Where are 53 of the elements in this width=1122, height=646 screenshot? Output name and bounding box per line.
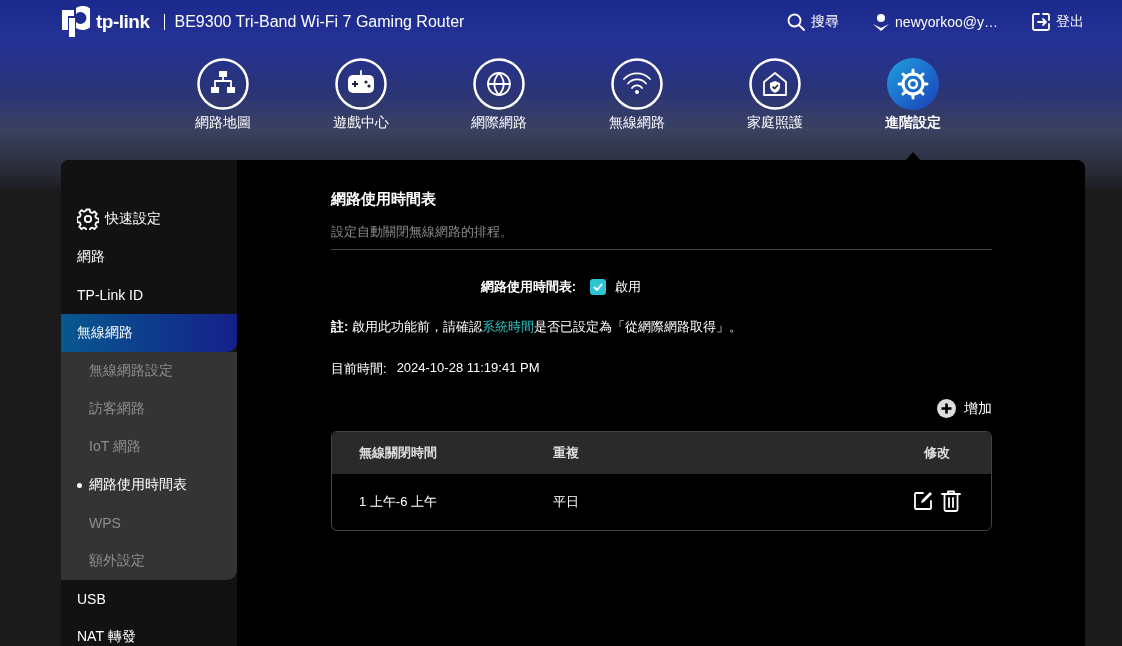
sidebar-item[interactable]: USB xyxy=(61,580,237,618)
nav-tab[interactable]: 網際網路 xyxy=(430,44,568,160)
wifi-icon xyxy=(611,58,663,110)
system-time-link[interactable]: 系統時間 xyxy=(481,319,534,334)
delete-button[interactable] xyxy=(941,489,961,515)
check-icon xyxy=(593,283,603,291)
add-button[interactable]: 增加 xyxy=(937,399,992,418)
nav-tab[interactable]: 家庭照護 xyxy=(706,44,844,160)
field-label: 網路使用時間表: xyxy=(479,278,576,296)
nav-tab[interactable]: 無線網路 xyxy=(568,44,706,160)
gear-icon xyxy=(887,58,939,110)
globe-icon xyxy=(473,58,525,110)
sidebar-item[interactable]: 快速設定 xyxy=(61,200,237,238)
game-icon xyxy=(335,58,387,110)
search-button[interactable]: 搜尋 xyxy=(787,13,840,31)
submenu-item[interactable]: 無線網路設定 xyxy=(61,352,237,390)
settings-icon xyxy=(77,208,99,230)
search-icon xyxy=(787,13,806,31)
logout-button[interactable]: 登出 xyxy=(1032,13,1084,31)
sidebar-item[interactable]: 無線網路 xyxy=(61,314,237,352)
sidebar-item[interactable]: TP-Link ID xyxy=(61,276,237,314)
time-label: 目前時間: xyxy=(331,360,387,378)
submenu-item[interactable]: 訪客網路 xyxy=(61,390,237,428)
enable-checkbox[interactable] xyxy=(590,279,606,295)
sidebar-item[interactable]: NAT 轉發 xyxy=(61,618,237,646)
page-description: 設定自動關閉無線網路的排程。 xyxy=(331,223,992,250)
column-header: 重複 xyxy=(525,432,783,474)
edit-icon xyxy=(913,490,933,511)
column-header: 無線關閉時間 xyxy=(332,432,526,474)
account-button[interactable]: newyorkoo@y… xyxy=(873,13,998,31)
nav-tab[interactable]: 遊戲中心 xyxy=(292,44,430,160)
logo-icon xyxy=(60,6,90,38)
submenu-item[interactable]: WPS xyxy=(61,504,237,542)
table-cell-text: 平日 xyxy=(551,493,580,511)
logout-icon xyxy=(1032,13,1050,31)
map-icon xyxy=(197,58,249,110)
trash-icon xyxy=(941,489,961,512)
time-value: 2024-10-28 11:19:41 PM xyxy=(396,360,540,377)
checkbox-label: 啟用 xyxy=(615,278,641,296)
submenu-item[interactable]: 額外設定 xyxy=(61,542,237,580)
page-title: 網路使用時間表 xyxy=(331,190,437,209)
note-text: 註: 啟用此功能前，請確認系統時間是否已設定為「從網際網路取得」。 xyxy=(331,318,743,336)
submenu-item[interactable]: IoT 網路 xyxy=(61,428,237,466)
router-model: BE9300 Tri-Band Wi-Fi 7 Gaming Router xyxy=(163,14,465,30)
submenu-item[interactable]: 網路使用時間表 xyxy=(61,466,237,504)
sidebar-item[interactable]: 網路 xyxy=(61,238,237,276)
home-icon xyxy=(749,58,801,110)
user-icon xyxy=(873,13,890,31)
column-header: 修改 xyxy=(782,432,991,474)
brand-name: tp-link xyxy=(96,11,150,33)
nav-tab[interactable]: 網路地圖 xyxy=(154,44,292,160)
table-cell-text: 1 上午-6 上午 xyxy=(358,493,438,511)
plus-icon xyxy=(937,399,956,418)
